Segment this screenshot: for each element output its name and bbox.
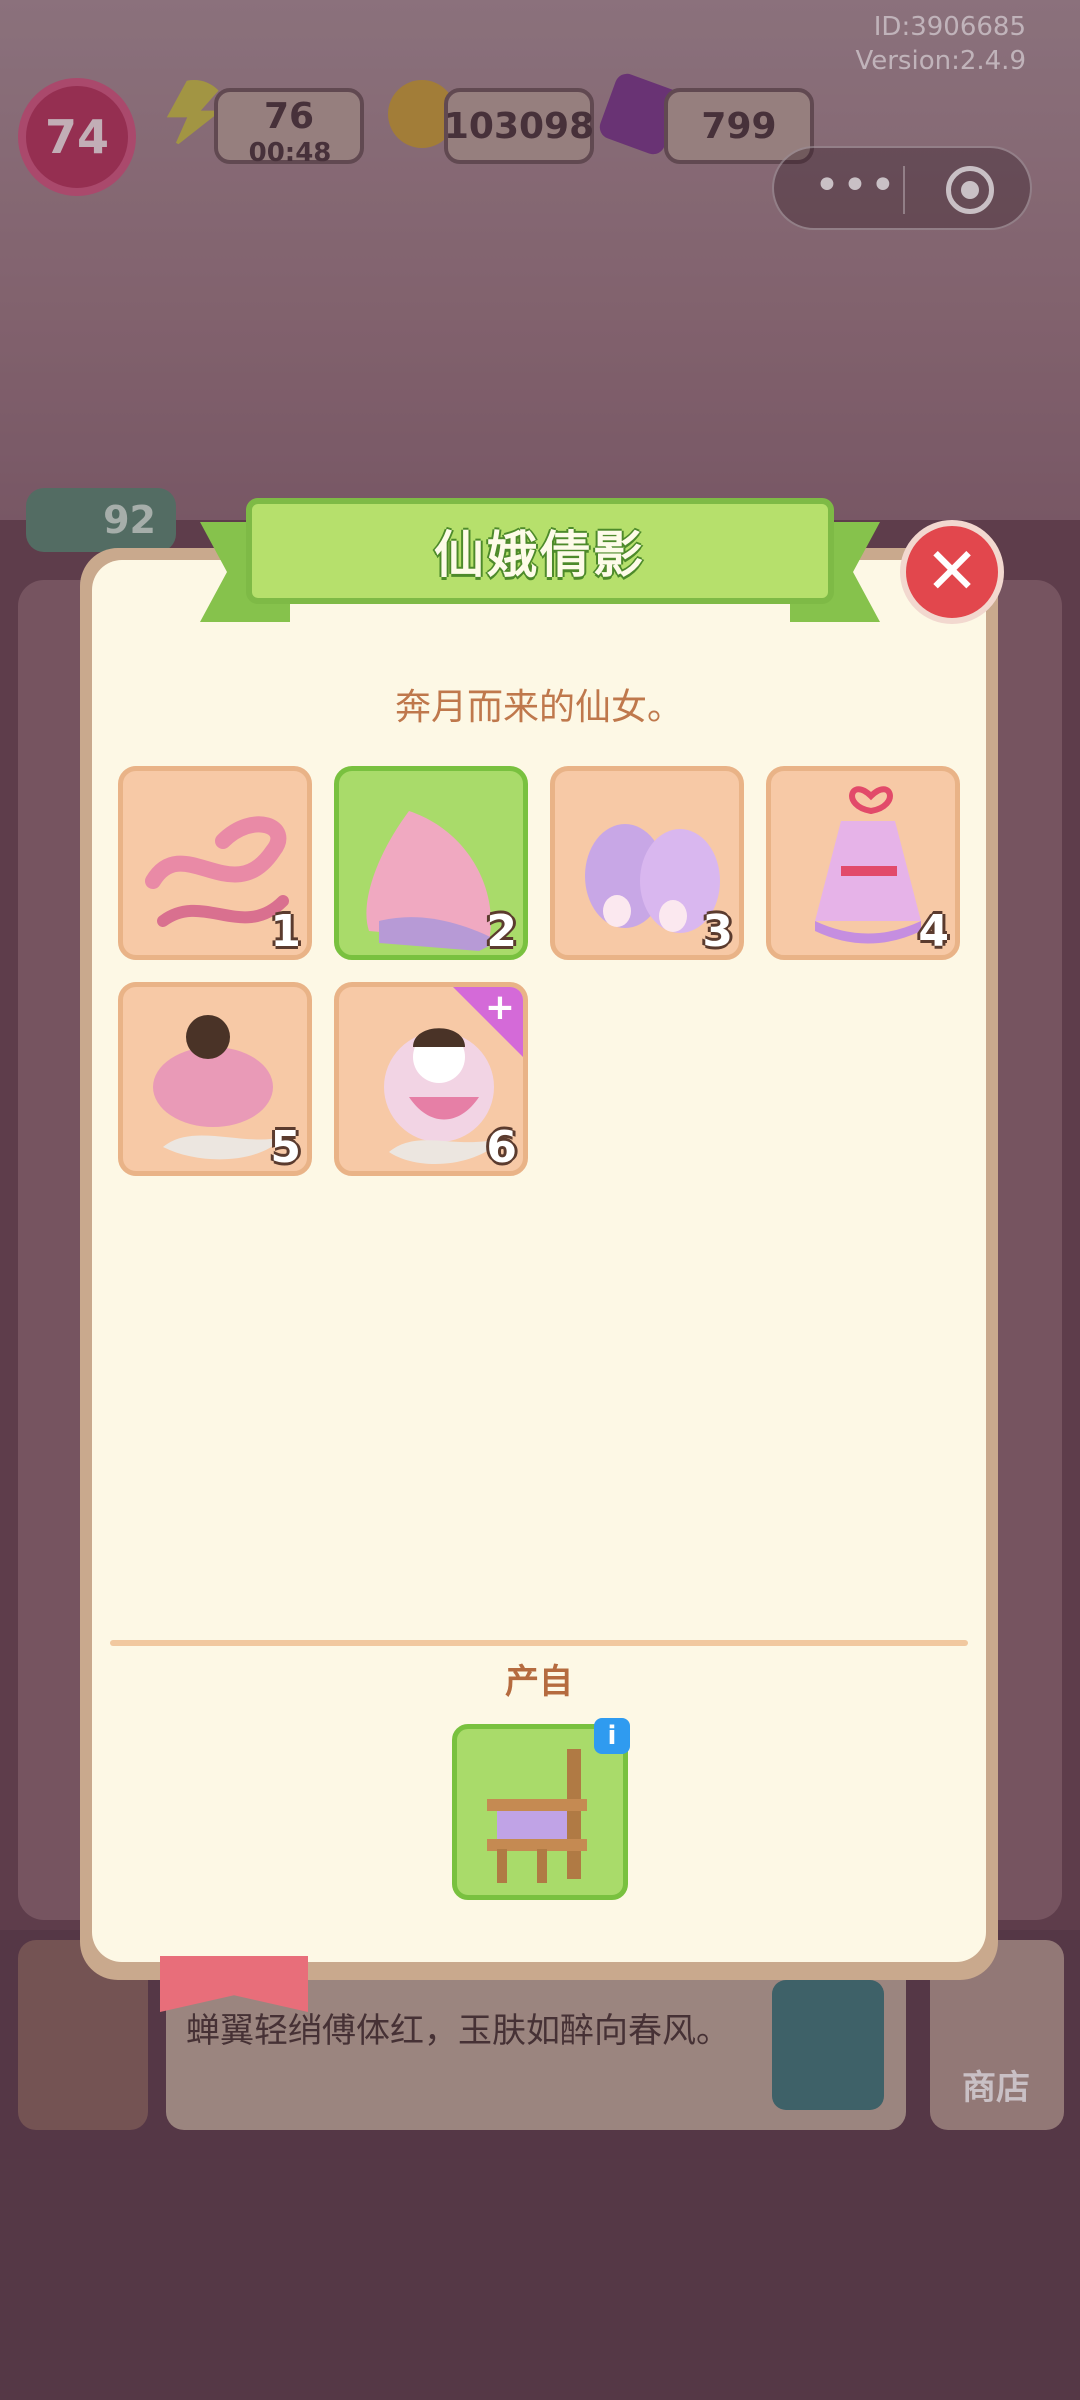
item-level: 2 [486, 906, 517, 957]
item-slot-6[interactable]: + 6 [334, 982, 528, 1176]
modal-subtitle: 奔月而来的仙女。 [394, 687, 683, 728]
item-level: 6 [486, 1122, 517, 1173]
modal-title: 仙娥倩影 [434, 526, 646, 584]
source-label: 产自 [505, 1662, 573, 1702]
item-level: 3 [702, 906, 733, 957]
item-slot-4[interactable]: 4 [766, 766, 960, 960]
loom-icon [487, 1749, 587, 1883]
item-level: 4 [918, 906, 949, 957]
item-slot-3[interactable]: 3 [550, 766, 744, 960]
section-divider [110, 1640, 968, 1646]
item-slot-2[interactable]: 2 [334, 766, 528, 960]
item-slot-5[interactable]: 5 [118, 982, 312, 1176]
item-level: 1 [270, 906, 301, 957]
item-level: 5 [270, 1122, 301, 1173]
close-button[interactable]: ✕ [900, 520, 1004, 624]
modal-title-banner: 仙娥倩影 [246, 498, 834, 604]
info-icon[interactable]: i [594, 1718, 630, 1754]
close-icon: ✕ [925, 535, 979, 609]
item-slot-1[interactable]: 1 [118, 766, 312, 960]
